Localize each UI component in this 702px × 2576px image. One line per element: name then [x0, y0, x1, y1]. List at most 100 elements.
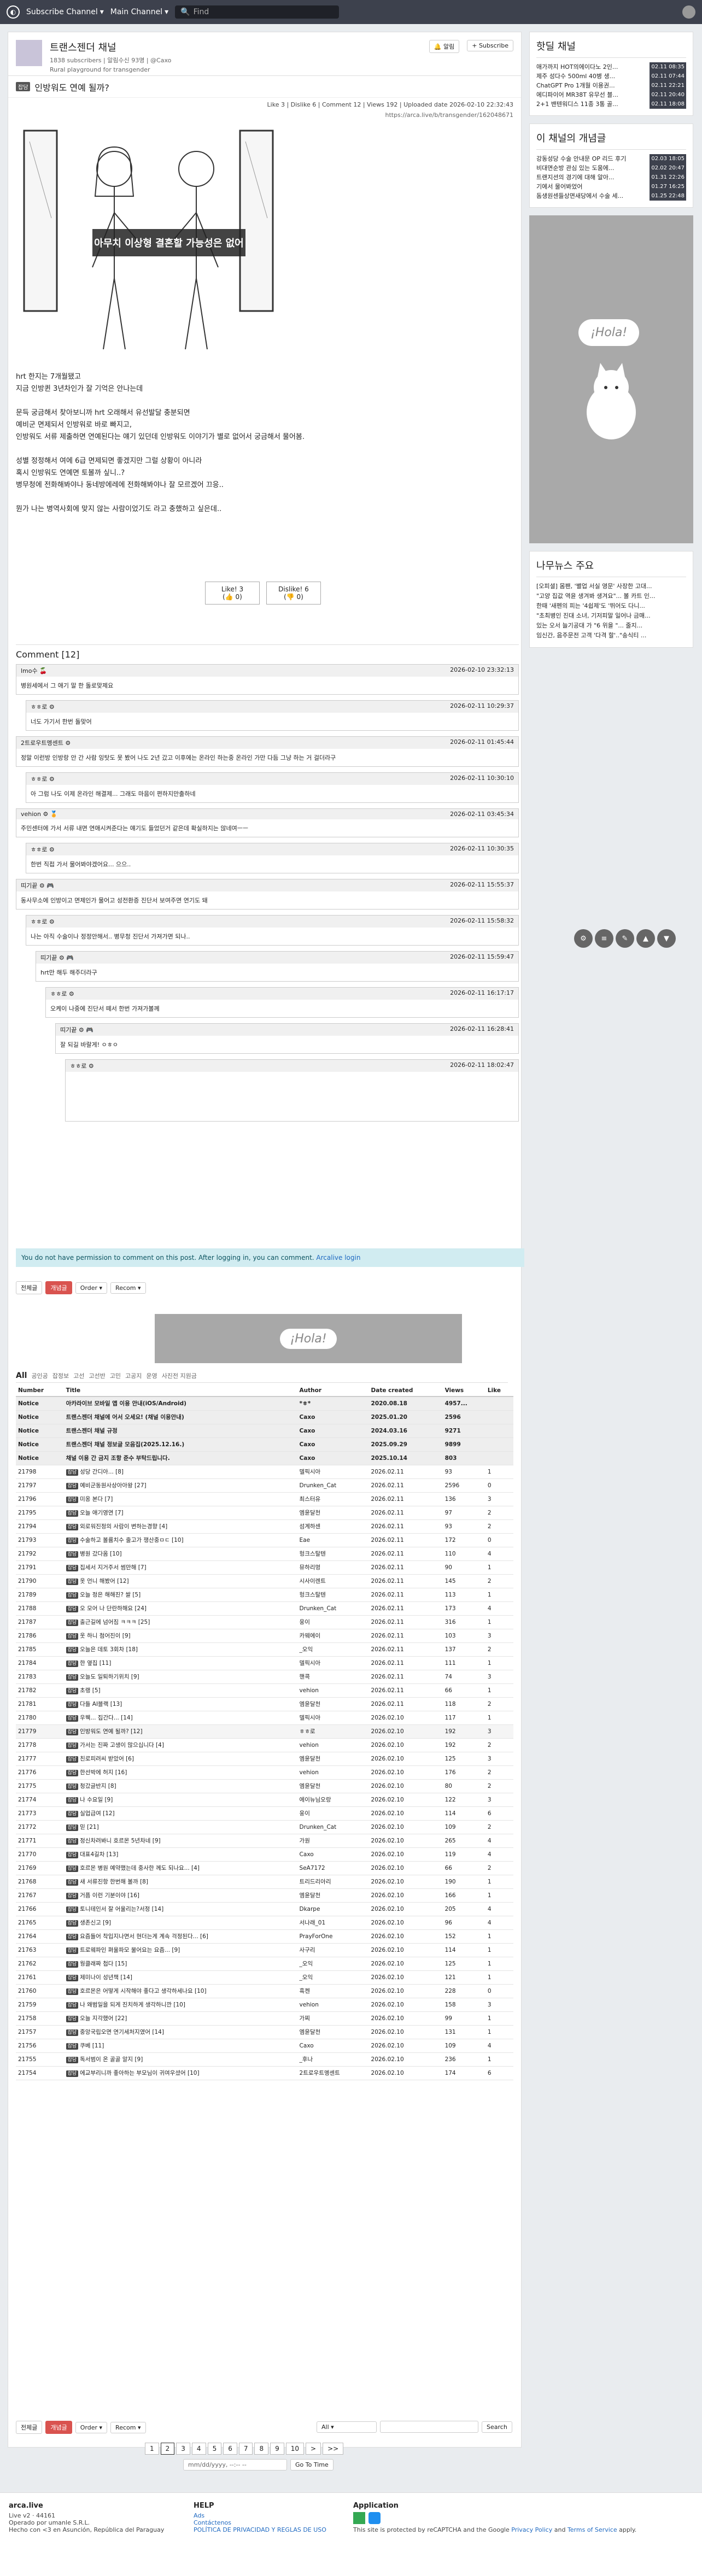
row-title[interactable]: 잡담 오늘 지각했어 [22]	[63, 2011, 297, 2026]
tos-link[interactable]: Terms of Service	[568, 2526, 617, 2533]
row-title[interactable]: 잡담 한 옆집 [11]	[63, 1656, 297, 1670]
sidebar-item[interactable]: 애가까지 HOT의에이다노 2인... 02.11 08:35	[536, 62, 686, 72]
page-9[interactable]: 9	[270, 2443, 284, 2455]
alarm-button[interactable]: 🔔 알림	[429, 40, 460, 53]
table-row[interactable]: 21760 잡담 호르몬은 어떻게 시작해야 좋다고 생각하세나요 [10] 흑켄 20…	[16, 1984, 513, 1998]
notice-title[interactable]: 트랜스젠더 채널 규정	[63, 1424, 297, 1438]
tab-0[interactable]: All	[16, 1371, 27, 1380]
tab-4[interactable]: 고선반	[89, 1371, 105, 1380]
row-author[interactable]: 핸콕	[297, 1670, 369, 1684]
table-row[interactable]: 21794 잡담 외로워진정의 사람이 변하는경향 [4] 섬계하센 2026.02.1…	[16, 1519, 513, 1534]
tab-5[interactable]: 고민	[110, 1371, 121, 1380]
table-row[interactable]: 21781 잡담 다들 AI블랙 [13] 엠윤달천 2026.02.11 118 2	[16, 1697, 513, 1711]
table-row[interactable]: 21771 잡담 정신차려봐니 호르몬 5년차네 [9] 가원 2026.02.10 26…	[16, 1834, 513, 1848]
table-row[interactable]: 21788 잡담 오 모어 나 단란하해요 [24] Drunken_Cat 2026.…	[16, 1601, 513, 1616]
table-row[interactable]: 21785 잡담 오늘은 데토 3회차 [18] _오익 2026.02.11 137 2	[16, 1642, 513, 1657]
row-title[interactable]: 잡담 호르몬은 어떻게 시작해야 좋다고 생각하세나요 [10]	[63, 1984, 297, 1998]
row-author[interactable]: 델픽시아	[297, 1656, 369, 1670]
row-author[interactable]: 섬계하센	[297, 1519, 369, 1534]
subscribe-button[interactable]: + Subscribe	[467, 40, 513, 51]
comment-author[interactable]: 띠기끝 ⚙ 🎮	[21, 881, 54, 890]
all-posts-button[interactable]: 전체글	[16, 1281, 43, 1294]
table-row[interactable]: 21784 잡담 한 옆집 [11] 델픽시아 2026.02.11 111 1	[16, 1656, 513, 1670]
row-title[interactable]: 잡담 한선박에 허지 [16]	[63, 1765, 297, 1780]
post-link[interactable]: https://arca.live/b/transgender/16204867…	[8, 112, 521, 119]
table-row[interactable]: 21775 잡담 청갔글반지 [8] 엠윤달천 2026.02.10 80 2	[16, 1779, 513, 1793]
row-author[interactable]: 엠윤달천	[297, 1779, 369, 1793]
list-icon[interactable]: ≡	[595, 929, 613, 948]
row-author[interactable]: 엠윤달천	[297, 2025, 369, 2039]
settings-icon[interactable]: ⚙	[574, 929, 593, 948]
row-author[interactable]: _후나	[297, 2052, 369, 2067]
row-title[interactable]: 잡담 독서범이 온 골골 알지 [9]	[63, 2052, 297, 2067]
comment-author[interactable]: 2트로우트멩센트 ⚙	[21, 738, 71, 747]
row-title[interactable]: 잡담 오늘은 데토 3회차 [18]	[63, 1642, 297, 1657]
comment-author[interactable]: ㅎㅎ로 ⚙	[31, 774, 55, 783]
best-posts-button[interactable]: 개념글	[45, 1281, 72, 1294]
table-row[interactable]: 21791 잡담 집세서 지거주서 썸만해 [7] 뮤하리멍 2026.02.11 90 1	[16, 1560, 513, 1575]
row-author[interactable]: 웅이	[297, 1615, 369, 1629]
date-input[interactable]: mm/dd/yyyy, --:-- --	[183, 2459, 287, 2471]
table-row[interactable]: 21767 잡담 거픔 이런 기분이야 [16] 엠윤달천 2026.02.10 166 1	[16, 1888, 513, 1903]
table-row[interactable]: 21790 잡담 옷 언니 해봤어 [12] 시사이렌트 2026.02.11 145 2	[16, 1574, 513, 1588]
news-item[interactable]: "초최병인 진대 소녀, 기저피말 일어나 금매...	[536, 611, 686, 621]
sidebar-item[interactable]: 2+1 밴텐워디스 11종 3통 골... 02.11 18:08	[536, 99, 686, 109]
goto-time-button[interactable]: Go To Time	[290, 2459, 334, 2471]
row-author[interactable]: 가원	[297, 1834, 369, 1848]
notice-title[interactable]: 채널 이용 간 금지 조항 준수 부탁드립니다.	[63, 1451, 297, 1465]
sidebar-item[interactable]: 돔생원센들상면새당에서 수술 세... 01.25 22:48	[536, 191, 686, 201]
comment-author[interactable]: lmo수 🍒	[21, 666, 47, 675]
row-author[interactable]: ㅎㅎ로	[297, 1724, 369, 1739]
table-row[interactable]: 21793 잡담 수술하고 볼륨치수 줄고가 쟁산중ㅁㄷ [10] Eae 2026.0…	[16, 1533, 513, 1547]
notice-title[interactable]: 트랜스젠더 채널 정보글 모음집(2025.12.16.)	[63, 1437, 297, 1452]
table-row[interactable]: 21757 잡담 중앙국립오면 연기세처지였어 [14] 엠윤달천 2026.02.10…	[16, 2025, 513, 2039]
comment-author[interactable]: 띠기끝 ⚙ 🎮	[40, 953, 74, 962]
tab-8[interactable]: 사진전 지원금	[162, 1371, 197, 1380]
table-row[interactable]: 21777 잡담 친로피려씨 받았어 [6] 엠윤달천 2026.02.10 125 3	[16, 1752, 513, 1766]
recom-select-bottom[interactable]: Recom ▾	[110, 2421, 146, 2433]
write-icon[interactable]: ✎	[616, 929, 634, 948]
comment-author[interactable]: ㅎㅎ로 ⚙	[31, 702, 55, 711]
row-author[interactable]: vehion	[297, 1683, 369, 1698]
table-row[interactable]: 21769 잡담 호르몬 병원 예약했는데 중사한 께도 되나요... [4] SeA…	[16, 1861, 513, 1875]
login-link[interactable]: Arcalive login	[316, 1254, 360, 1261]
scroll-down-icon[interactable]: ▼	[657, 929, 676, 948]
row-title[interactable]: 잡담 중앙국립오면 연기세처지였어 [14]	[63, 2025, 297, 2039]
table-row[interactable]: 21761 잡담 제미나이 성년책 [14] _오익 2026.02.10 121 1	[16, 1970, 513, 1985]
row-title[interactable]: 잡담 인방워도 연예 될까? [12]	[63, 1724, 297, 1739]
news-item[interactable]: "고양 집값 역윤 생겨봐 생겨요"... 볼 카트 인...	[536, 591, 686, 601]
notice-title[interactable]: 트랜스젠더 채널에 어서 오세요! (채널 이용안내)	[63, 1410, 297, 1424]
row-title[interactable]: 잡담 실업급여 [12]	[63, 1806, 297, 1821]
tab-7[interactable]: 운영	[146, 1371, 157, 1380]
news-item[interactable]: 있는 오서 늘기공대 가 "6 위을 "... 줄지...	[536, 621, 686, 631]
page-8[interactable]: 8	[254, 2443, 269, 2455]
row-author[interactable]: Caxo	[297, 1847, 369, 1862]
row-title[interactable]: 잡담 호르몬 병원 예약했는데 중사한 께도 되나요... [4]	[63, 1861, 297, 1875]
notice-row[interactable]: Notice 트랜스젠더 채널 정보글 모음집(2025.12.16.) Caxo 2…	[16, 1437, 513, 1452]
row-author[interactable]: vehion	[297, 1738, 369, 1752]
row-author[interactable]: 헝크스탈텐	[297, 1588, 369, 1602]
row-title[interactable]: 잡담 오늘도 일퇴하기위치 [9]	[63, 1670, 297, 1684]
page->[interactable]: >	[306, 2443, 321, 2455]
row-title[interactable]: 잡담 쿠베 [11]	[63, 2039, 297, 2053]
main-channel-menu[interactable]: Main Channel ▾	[110, 8, 168, 16]
dislike-button[interactable]: Dislike! 6 (👎 0)	[266, 582, 321, 605]
channel-name[interactable]: 트랜스젠더 채널	[50, 40, 422, 54]
notice-row[interactable]: Notice 채널 이용 간 금지 조항 준수 부탁드립니다. Caxo 2025.1…	[16, 1451, 513, 1465]
table-row[interactable]: 21789 잡담 오늘 정은 해해진? 쌀 [5] 헝크스탈텐 2026.02.11 11…	[16, 1588, 513, 1602]
row-title[interactable]: 잡담 정신차려봐니 호르몬 5년차네 [9]	[63, 1834, 297, 1848]
table-row[interactable]: 21774 잡담 나 수요일 [9] 에이뉴님오랑 2026.02.10 122 3	[16, 1793, 513, 1807]
table-row[interactable]: 21798 잡담 성당 간디아... [8] 델픽시아 2026.02.11 93 1	[16, 1465, 513, 1479]
table-row[interactable]: 21762 잡담 웡클래짜 첩다 [15] _오익 2026.02.10 125 1	[16, 1957, 513, 1971]
news-item[interactable]: 임신간, 음주문전 고객 '다격 할'.."송식티 ...	[536, 631, 686, 641]
table-row[interactable]: 21756 잡담 쿠베 [11] Caxo 2026.02.10 109 4	[16, 2039, 513, 2053]
search-input[interactable]: 🔍 Find	[175, 5, 340, 19]
recom-select[interactable]: Recom ▾	[110, 1282, 146, 1294]
search-scope-select[interactable]: All ▾	[317, 2421, 377, 2433]
table-row[interactable]: 21766 잡담 토니테인서 잘 어울리는?서정 [14] Dkarpe 2026.02…	[16, 1902, 513, 1916]
footer-ads-link[interactable]: Ads	[194, 2512, 204, 2519]
row-author[interactable]: 사구리	[297, 1943, 369, 1957]
notice-row[interactable]: Notice 트랜스젠더 채널 규정 Caxo 2024.03.16 9271	[16, 1424, 513, 1438]
comment-author[interactable]: vehion ⚙ 🏅	[21, 811, 58, 818]
row-title[interactable]: 잡담 나 왜범일을 되게 진치하게 생각하니깐 [10]	[63, 1998, 297, 2012]
